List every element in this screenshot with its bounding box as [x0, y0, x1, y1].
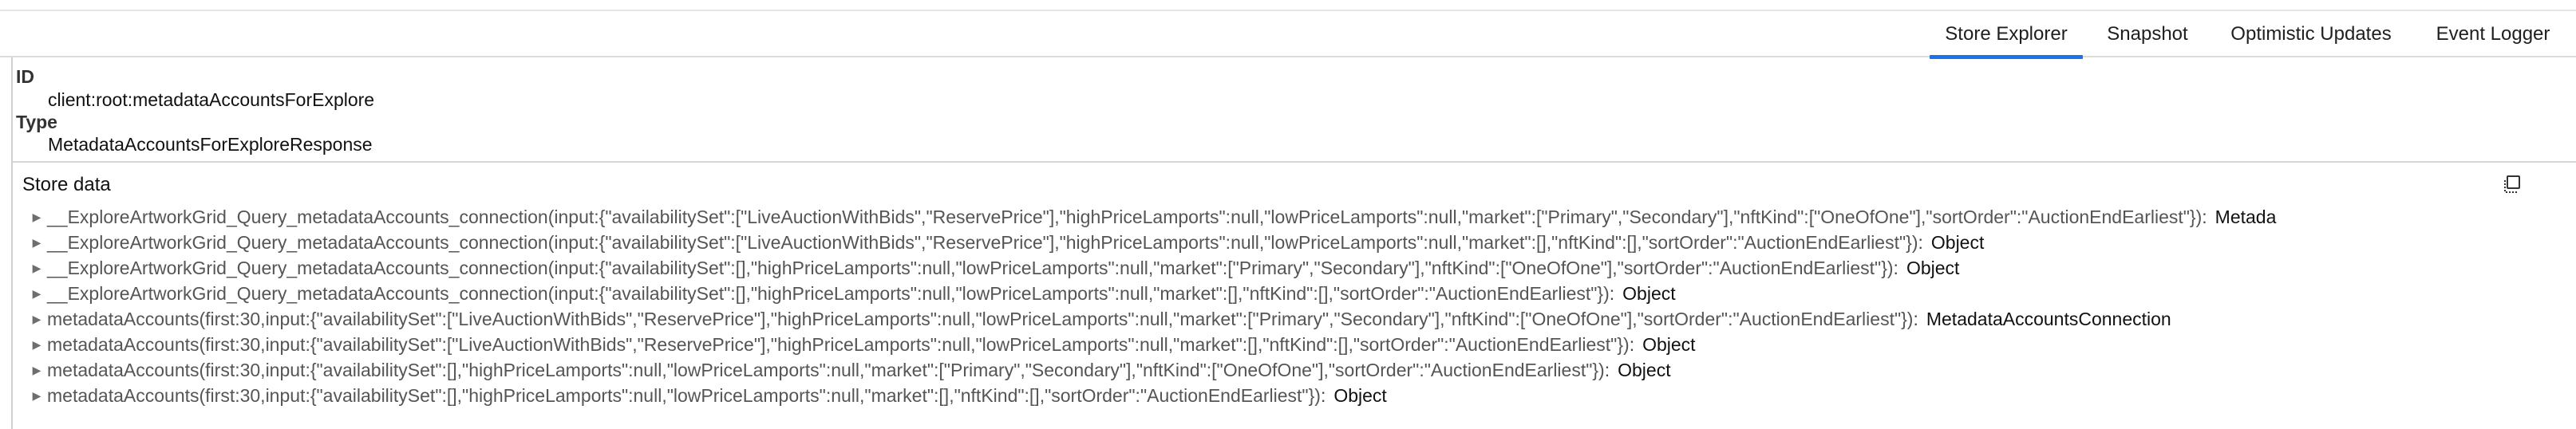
- relay-devtools-panel: Store Explorer Snapshot Optimistic Updat…: [0, 0, 2576, 429]
- store-row-key: __ExploreArtworkGrid_Query_metadataAccou…: [47, 207, 2203, 227]
- type-value: MetadataAccountsForExploreResponse: [48, 134, 373, 155]
- tab-event-logger[interactable]: Event Logger: [2426, 11, 2560, 57]
- chevron-right-icon[interactable]: ▶: [30, 255, 43, 281]
- store-row[interactable]: ▶ __ExploreArtworkGrid_Query_metadataAcc…: [13, 255, 2576, 281]
- store-row-type: Metada: [2214, 207, 2277, 227]
- store-row-type: Object: [1930, 232, 1985, 253]
- store-row[interactable]: ▶ __ExploreArtworkGrid_Query_metadataAcc…: [13, 204, 2576, 230]
- store-row[interactable]: ▶ metadataAccounts(first:30,input:{"avai…: [13, 332, 2576, 357]
- store-row-type: Object: [1622, 283, 1676, 304]
- store-row-type: MetadataAccountsConnection: [1926, 309, 2171, 329]
- store-row[interactable]: ▶ metadataAccounts(first:30,input:{"avai…: [13, 306, 2576, 332]
- store-row-separator: :: [1913, 309, 1918, 329]
- store-row[interactable]: ▶ __ExploreArtworkGrid_Query_metadataAcc…: [13, 230, 2576, 255]
- tab-snapshot[interactable]: Snapshot: [2097, 11, 2198, 57]
- store-row-separator: :: [2202, 207, 2207, 227]
- store-data-section: Store data ▶ __ExploreArtworkGrid_Query_…: [13, 161, 2576, 429]
- store-data-title: Store data: [22, 174, 111, 195]
- tab-optimistic-updates[interactable]: Optimistic Updates: [2215, 11, 2407, 57]
- store-row[interactable]: ▶ metadataAccounts(first:30,input:{"avai…: [13, 383, 2576, 408]
- store-row-key: metadataAccounts(first:30,input:{"availa…: [47, 334, 1630, 355]
- store-row-key: metadataAccounts(first:30,input:{"availa…: [47, 385, 1321, 406]
- chevron-right-icon[interactable]: ▶: [30, 230, 43, 255]
- store-row-type: Object: [1906, 258, 1960, 278]
- id-label: ID: [16, 66, 34, 87]
- store-row-separator: :: [1604, 360, 1610, 380]
- store-row-separator: :: [1918, 232, 1923, 253]
- chevron-right-icon[interactable]: ▶: [30, 204, 43, 230]
- store-row-type: Object: [1642, 334, 1696, 355]
- chevron-right-icon[interactable]: ▶: [30, 332, 43, 357]
- tab-store-explorer[interactable]: Store Explorer: [1930, 11, 2083, 59]
- store-row-separator: :: [1609, 283, 1615, 304]
- store-row-key: metadataAccounts(first:30,input:{"availa…: [47, 309, 1914, 329]
- store-row-key: metadataAccounts(first:30,input:{"availa…: [47, 360, 1605, 380]
- store-row[interactable]: ▶ metadataAccounts(first:30,input:{"avai…: [13, 357, 2576, 383]
- chevron-right-icon[interactable]: ▶: [30, 383, 43, 408]
- store-row-type: Object: [1333, 385, 1387, 406]
- chevron-right-icon[interactable]: ▶: [30, 357, 43, 383]
- store-row-separator: :: [1629, 334, 1635, 355]
- copy-icon[interactable]: [2501, 174, 2522, 195]
- store-row-key: __ExploreArtworkGrid_Query_metadataAccou…: [47, 232, 1918, 253]
- type-label: Type: [16, 112, 57, 132]
- store-data-list: ▶ __ExploreArtworkGrid_Query_metadataAcc…: [13, 204, 2576, 408]
- store-row-key: __ExploreArtworkGrid_Query_metadataAccou…: [47, 283, 1610, 304]
- store-row-separator: :: [1893, 258, 1898, 278]
- id-value: client:root:metadataAccountsForExplore: [48, 89, 375, 110]
- store-row-key: __ExploreArtworkGrid_Query_metadataAccou…: [47, 258, 1894, 278]
- store-row-type: Object: [1618, 360, 1671, 380]
- tab-bar: Store Explorer Snapshot Optimistic Updat…: [0, 11, 2576, 59]
- chevron-right-icon[interactable]: ▶: [30, 306, 43, 332]
- store-row-separator: :: [1320, 385, 1326, 406]
- store-row[interactable]: ▶ __ExploreArtworkGrid_Query_metadataAcc…: [13, 281, 2576, 306]
- chevron-right-icon[interactable]: ▶: [30, 281, 43, 306]
